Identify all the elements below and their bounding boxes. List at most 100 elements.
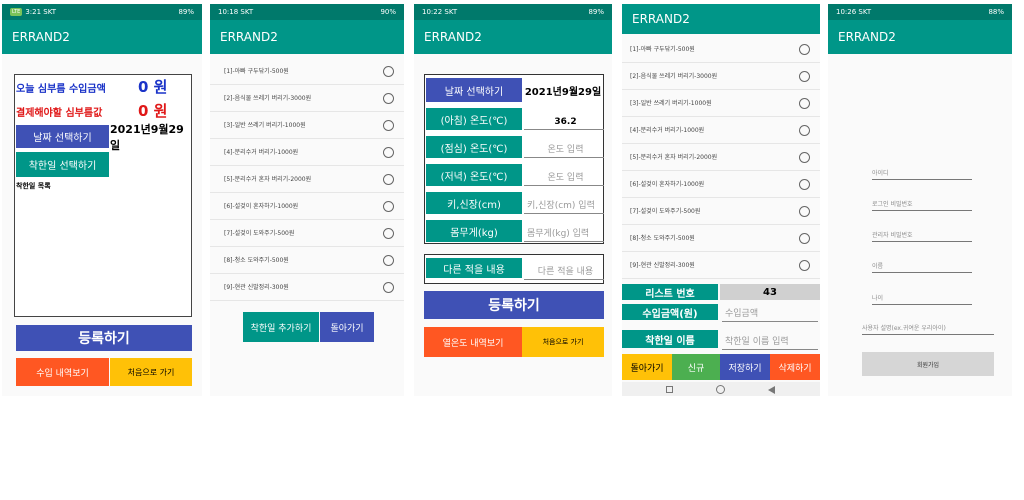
- list-item[interactable]: [9]-현관 신발정리-300원: [210, 274, 404, 301]
- app-title: ERRAND2: [828, 20, 1012, 54]
- status-battery: 89%: [178, 8, 194, 16]
- radio-button[interactable]: [383, 201, 394, 212]
- nav-home-icon[interactable]: [716, 385, 725, 394]
- radio-button[interactable]: [799, 233, 810, 244]
- name-field[interactable]: 이름: [872, 259, 972, 273]
- date-select-button[interactable]: 날짜 선택하기: [16, 125, 109, 148]
- radio-button[interactable]: [799, 71, 810, 82]
- password-field[interactable]: 로그인 비밀번호: [872, 197, 972, 211]
- list-item-label: [1]-아빠 구두닦기-500원: [630, 46, 695, 54]
- screen-good-day-edit: ERRAND2 [1]-아빠 구두닦기-500원 [2]-음식물 쓰레기 버리기…: [622, 4, 820, 396]
- date-select-button[interactable]: 날짜 선택하기: [426, 78, 522, 102]
- nav-recent-icon[interactable]: [666, 386, 673, 393]
- radio-button[interactable]: [799, 206, 810, 217]
- signup-button[interactable]: 회원가입: [862, 352, 994, 376]
- list-item[interactable]: [4]-분리수거 버리기-1000원: [210, 139, 404, 166]
- pay-value: 0 원: [138, 102, 168, 120]
- radio-button[interactable]: [799, 179, 810, 190]
- back-button[interactable]: 돌아가기: [622, 354, 672, 380]
- list-item[interactable]: [8]-청소 도와주기-500원: [210, 247, 404, 274]
- list-item-label: [4]-분리수거 버리기-1000원: [630, 127, 705, 135]
- list-item-label: [5]-분리수거 혼자 버리기-2000원: [224, 176, 312, 184]
- income-history-button[interactable]: 수입 내역보기: [16, 358, 109, 386]
- list-item[interactable]: [7]-설겆이 도와주기-500원: [210, 220, 404, 247]
- list-item-label: [2]-음식물 쓰레기 버리기-3000원: [224, 95, 312, 103]
- radio-button[interactable]: [383, 174, 394, 185]
- radio-button[interactable]: [383, 282, 394, 293]
- today-income-label: 오늘 심부름 수입금액: [16, 84, 106, 95]
- new-button[interactable]: 신규: [672, 354, 720, 380]
- list-item[interactable]: [5]-분리수거 혼자 버리기-2000원: [210, 166, 404, 193]
- list-item[interactable]: [4]-분리수거 버리기-1000원: [622, 117, 820, 144]
- screen-signup: 10:26 SKT 88% ERRAND2 아이디 로그인 비밀번호 관리자 비…: [828, 4, 1012, 396]
- nav-back-icon[interactable]: [768, 386, 775, 394]
- radio-button[interactable]: [383, 147, 394, 158]
- home-button[interactable]: 처음으로 가기: [110, 358, 192, 386]
- radio-button[interactable]: [383, 93, 394, 104]
- admin-password-field[interactable]: 관리자 비밀번호: [872, 228, 972, 242]
- description-field[interactable]: 사용자 설명(ex.귀여운 우리아이): [862, 321, 994, 335]
- radio-button[interactable]: [383, 255, 394, 266]
- list-item-label: [2]-음식물 쓰레기 버리기-3000원: [630, 73, 718, 81]
- status-battery: 88%: [988, 8, 1004, 16]
- list-item[interactable]: [6]-설겆이 혼자하기-1000원: [210, 193, 404, 220]
- list-item[interactable]: [1]-아빠 구두닦기-500원: [210, 58, 404, 85]
- back-button[interactable]: 돌아가기: [320, 312, 374, 342]
- temp-morning-input[interactable]: 36.2: [524, 108, 604, 130]
- status-bar: LTE 3:21 SKT 89%: [2, 4, 202, 20]
- income-label: 수입금액(원): [622, 304, 718, 320]
- age-field[interactable]: 나이: [872, 291, 972, 305]
- register-button[interactable]: 등록하기: [16, 325, 192, 351]
- radio-button[interactable]: [383, 228, 394, 239]
- list-item[interactable]: [8]-청소 도와주기-500원: [622, 225, 820, 252]
- save-button[interactable]: 저장하기: [720, 354, 770, 380]
- height-input[interactable]: 키,신장(cm) 입력: [524, 192, 604, 214]
- list-item-label: [3]-일반 쓰레기 버리기-1000원: [224, 122, 306, 130]
- id-field[interactable]: 아이디: [872, 166, 972, 180]
- status-bar: 10:26 SKT 88%: [828, 4, 1012, 20]
- pay-label: 결제해야할 심부름값: [16, 108, 103, 119]
- good-day-list: [1]-아빠 구두닦기-500원 [2]-음식물 쓰레기 버리기-3000원 […: [622, 34, 820, 280]
- weight-input[interactable]: 몸무게(kg) 입력: [524, 220, 604, 242]
- list-item-label: [4]-분리수거 버리기-1000원: [224, 149, 299, 157]
- list-item[interactable]: [9]-현관 신발정리-300원: [622, 252, 820, 279]
- list-item-label: [8]-청소 도와주기-500원: [630, 235, 695, 243]
- list-item[interactable]: [3]-일반 쓰레기 버리기-1000원: [210, 112, 404, 139]
- screen-temperature: 10:22 SKT 89% ERRAND2 날짜 선택하기 2021년9월29일…: [414, 4, 612, 396]
- home-button[interactable]: 처음으로 가기: [522, 327, 604, 357]
- app-title: ERRAND2: [622, 4, 820, 34]
- list-item[interactable]: [7]-설겆이 도와주기-500원: [622, 198, 820, 225]
- date-value: 2021년9월29일: [524, 86, 602, 98]
- list-item[interactable]: [3]-일반 쓰레기 버리기-1000원: [622, 90, 820, 117]
- radio-button[interactable]: [383, 66, 394, 77]
- radio-button[interactable]: [799, 125, 810, 136]
- status-time: 10:26 SKT: [836, 8, 872, 16]
- list-item[interactable]: [1]-아빠 구두닦기-500원: [622, 36, 820, 63]
- status-time: 10:18 SKT: [218, 8, 254, 16]
- list-item-label: [7]-설겆이 도와주기-500원: [224, 230, 295, 238]
- temp-dinner-input[interactable]: 온도 입력: [524, 164, 604, 186]
- good-day-select-button[interactable]: 착한일 선택하기: [16, 152, 109, 177]
- radio-button[interactable]: [799, 44, 810, 55]
- other-input[interactable]: 다른 적을 내용: [524, 258, 604, 280]
- temp-lunch-input[interactable]: 온도 입력: [524, 136, 604, 158]
- register-button[interactable]: 등록하기: [424, 291, 604, 319]
- list-item[interactable]: [2]-음식물 쓰레기 버리기-3000원: [622, 63, 820, 90]
- fever-history-button[interactable]: 열온도 내역보기: [424, 327, 522, 357]
- list-item[interactable]: [2]-음식물 쓰레기 버리기-3000원: [210, 85, 404, 112]
- delete-button[interactable]: 삭제하기: [770, 354, 820, 380]
- list-item-label: [1]-아빠 구두닦기-500원: [224, 68, 289, 76]
- radio-button[interactable]: [799, 152, 810, 163]
- list-item[interactable]: [6]-설겆이 혼자하기-1000원: [622, 171, 820, 198]
- status-time: 10:22 SKT: [422, 8, 458, 16]
- other-label: 다른 적을 내용: [426, 258, 522, 278]
- radio-button[interactable]: [799, 98, 810, 109]
- list-item[interactable]: [5]-분리수거 혼자 버리기-2000원: [622, 144, 820, 171]
- name-input[interactable]: 착한일 이름 입력: [722, 328, 818, 350]
- income-input[interactable]: 수입금액: [722, 302, 818, 322]
- list-item-label: [5]-분리수거 혼자 버리기-2000원: [630, 154, 718, 162]
- add-good-day-button[interactable]: 착한일 추가하기: [243, 312, 319, 342]
- radio-button[interactable]: [799, 260, 810, 271]
- radio-button[interactable]: [383, 120, 394, 131]
- list-item-label: [8]-청소 도와주기-500원: [224, 257, 289, 265]
